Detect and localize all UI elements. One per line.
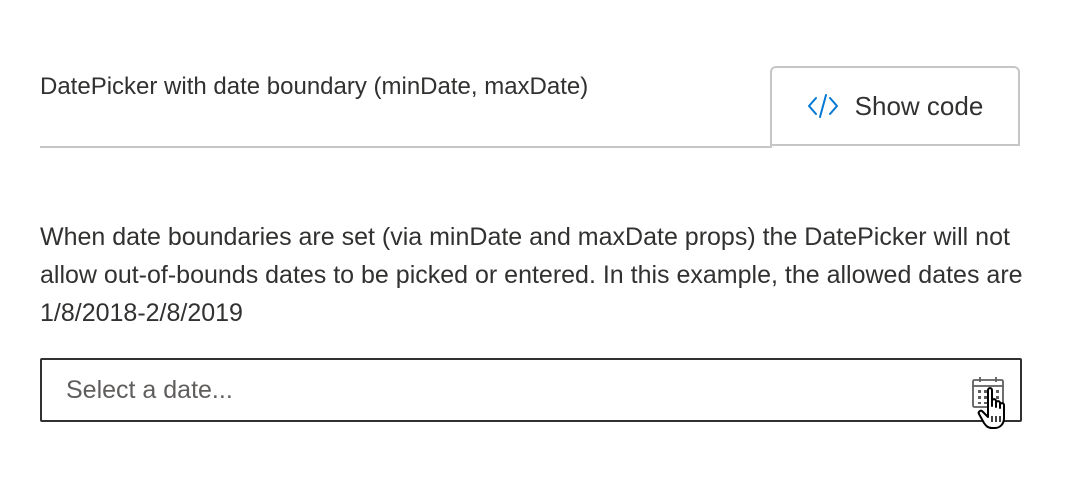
example-description: When date boundaries are set (via minDat…: [40, 223, 1023, 327]
calendar-icon[interactable]: [970, 374, 1006, 410]
header-divider: [40, 146, 772, 148]
example-header: DatePicker with date boundary (minDate, …: [40, 66, 1022, 148]
example-title: DatePicker with date boundary (minDate, …: [40, 73, 589, 100]
code-icon: [807, 94, 838, 118]
date-input[interactable]: [66, 360, 946, 420]
date-picker-field[interactable]: [40, 358, 1022, 422]
show-code-button[interactable]: Show code: [770, 66, 1020, 146]
show-code-label: Show code: [854, 91, 984, 121]
page: DatePicker with date boundary (minDate, …: [0, 0, 1092, 486]
